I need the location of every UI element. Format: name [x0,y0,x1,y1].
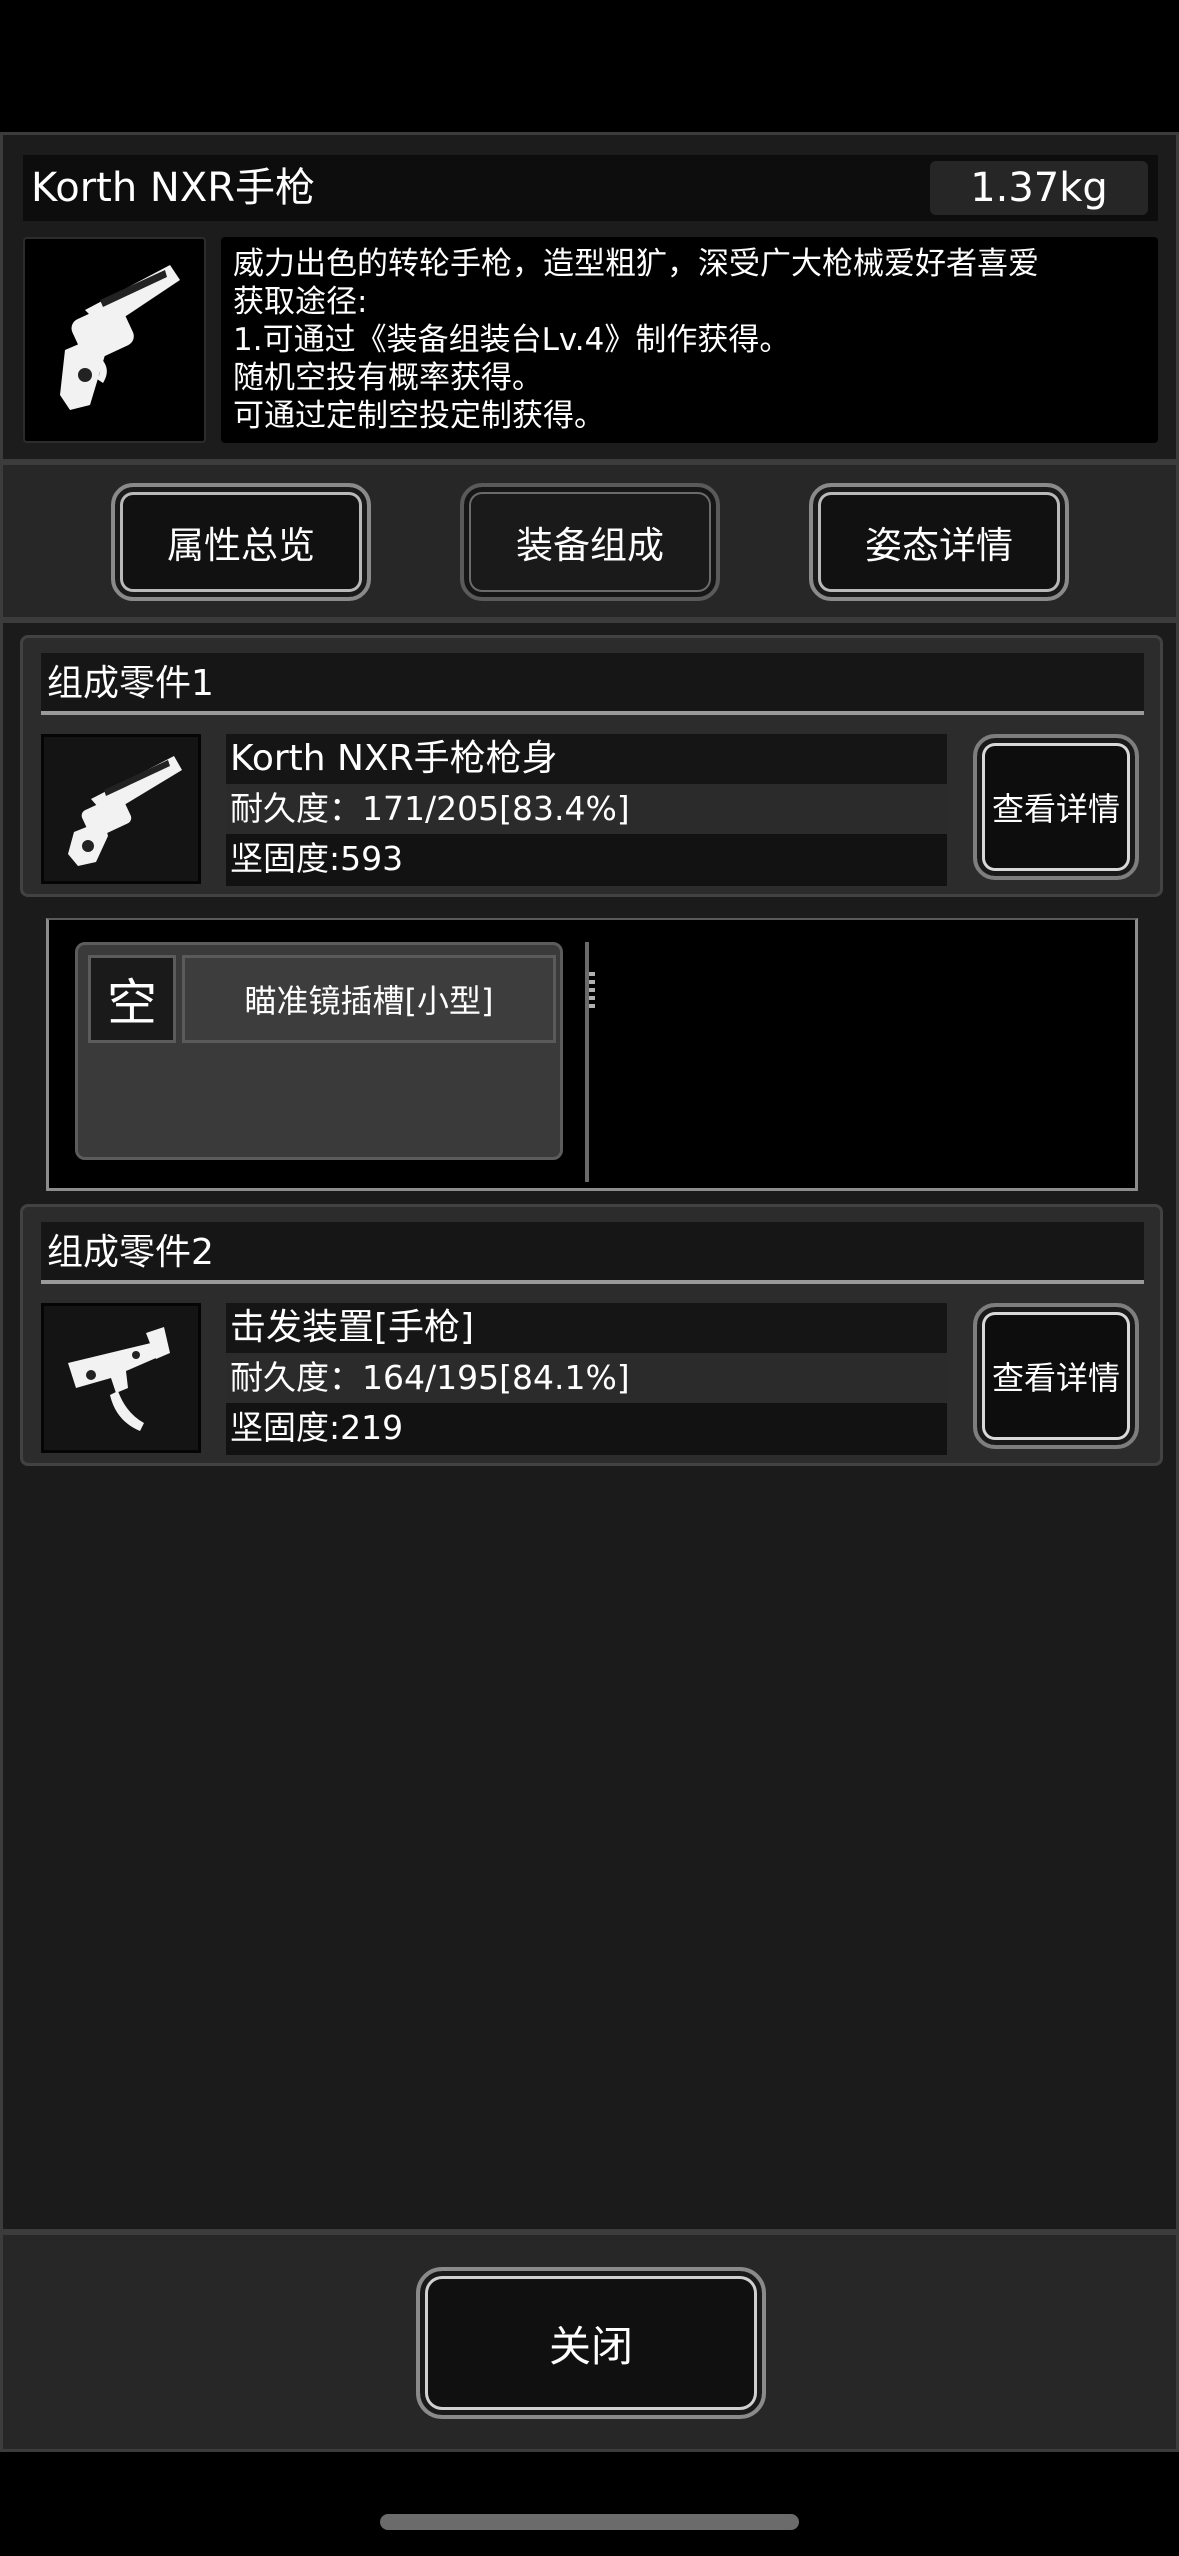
home-indicator[interactable] [380,2514,799,2530]
item-weight: 1.37kg [930,161,1148,215]
revolver-frame-icon [41,734,201,884]
scrollbar-thumb[interactable] [589,972,595,1008]
part-header: 组成零件2 [41,1222,1144,1284]
description-line: 获取途径: [233,284,368,320]
part-header: 组成零件1 [41,653,1144,715]
slot-label: 瞄准镜插槽[小型] [182,955,556,1043]
description-line: 随机空投有概率获得。 [233,360,543,396]
attachment-slots-panel: 空 瞄准镜插槽[小型] [46,918,1138,1191]
part-hardness: 坚固度:593 [230,839,404,878]
scope-slot[interactable]: 空 瞄准镜插槽[小型] [75,942,563,1160]
view-details-button[interactable]: 查看详情 [973,1303,1139,1449]
close-button[interactable]: 关闭 [416,2267,766,2419]
item-header-panel: Korth NXR手枪 1.37kg 威力出色的转轮手枪，造型粗犷，深受广大枪械… [0,132,1179,462]
part-name: 击发装置[手枪] [226,1303,947,1353]
part-name: Korth NXR手枪枪身 [226,734,947,784]
item-title-bar: Korth NXR手枪 1.37kg [23,155,1158,221]
part-hardness: 坚固度:219 [230,1408,404,1447]
revolver-icon [23,237,206,443]
part-card-1: 组成零件1 Korth NXR手枪枪身 耐久度：171/205[83.4%] 坚… [20,635,1163,897]
trigger-mechanism-icon [41,1303,201,1453]
part-durability: 耐久度：164/195[84.1%] [226,1353,947,1403]
item-title: Korth NXR手枪 [31,165,316,211]
item-description: 威力出色的转轮手枪，造型粗犷，深受广大枪械爱好者喜爱 获取途径: 1.可通过《装… [221,237,1158,443]
description-line: 1.可通过《装备组装台Lv.4》制作获得。 [233,322,791,358]
composition-panel: 组成零件1 Korth NXR手枪枪身 耐久度：171/205[83.4%] 坚… [0,620,1179,2232]
view-details-button[interactable]: 查看详情 [973,734,1139,880]
part-info: 击发装置[手枪] 耐久度：164/195[84.1%] 坚固度:219 [226,1303,947,1455]
description-line: 可通过定制空投定制获得。 [233,398,605,434]
tab-composition[interactable]: 装备组成 [460,483,720,601]
part-card-2: 组成零件2 击发装置[手枪] 耐久度：164/195[84.1%] 坚固度:21… [20,1204,1163,1466]
slot-empty-indicator: 空 [88,955,176,1043]
tab-stance[interactable]: 姿态详情 [809,483,1069,601]
tab-attributes[interactable]: 属性总览 [111,483,371,601]
description-line: 威力出色的转轮手枪，造型粗犷，深受广大枪械爱好者喜爱 [233,246,1039,282]
footer-bar: 关闭 [0,2232,1179,2452]
tab-bar: 属性总览 装备组成 姿态详情 [0,462,1179,620]
part-durability: 耐久度：171/205[83.4%] [226,784,947,834]
part-info: Korth NXR手枪枪身 耐久度：171/205[83.4%] 坚固度:593 [226,734,947,886]
